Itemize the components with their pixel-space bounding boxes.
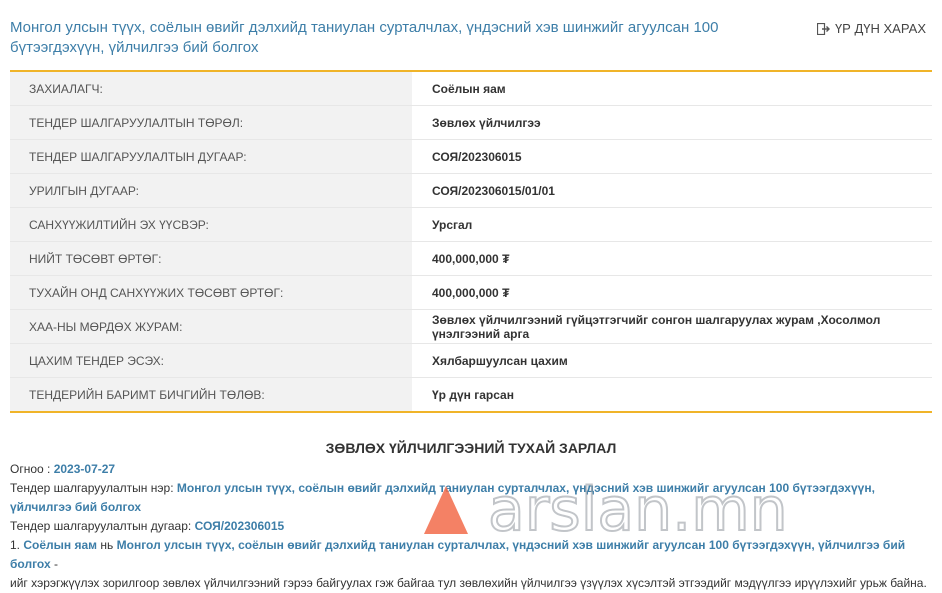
- table-row: САНХҮҮЖИЛТИЙН ЭХ ҮҮСВЭР: Урсгал: [10, 207, 932, 242]
- row-label: ЦАХИМ ТЕНДЕР ЭСЭХ:: [10, 343, 412, 378]
- view-results-label: ҮР ДҮН ХАРАХ: [834, 21, 926, 36]
- date-label: Огноо :: [10, 462, 51, 476]
- row-label: ТЕНДЕР ШАЛГАРУУЛАЛТЫН ТӨРӨЛ:: [10, 105, 412, 140]
- tender-details-table: ЗАХИАЛАГЧ: Соёлын яам ТЕНДЕР ШАЛГАРУУЛАЛТ…: [10, 72, 932, 413]
- row-value: 400,000,000 ₮: [412, 275, 932, 310]
- para-body: ийг хэрэгжүүлэх зорилгоор зөвлөх үйлчилг…: [10, 576, 927, 590]
- para-dash: -: [50, 557, 58, 571]
- announcement-paragraph: 1. Соёлын яам нь Монгол улсын түүх, соёл…: [10, 536, 932, 593]
- row-value: СОЯ/202306015: [412, 139, 932, 174]
- date-line: Огноо : 2023-07-27: [10, 460, 932, 479]
- row-value: СОЯ/202306015/01/01: [412, 173, 932, 208]
- table-row: ТЕНДЕРИЙН БАРИМТ БИЧГИЙН ТӨЛӨВ: Үр дүн га…: [10, 377, 932, 413]
- exit-icon: [816, 22, 830, 35]
- para-number: 1.: [10, 538, 21, 552]
- table-row: ЦАХИМ ТЕНДЕР ЭСЭХ: Хялбаршуулсан цахим: [10, 343, 932, 378]
- row-value: Зөвлөх үйлчилгээний гүйцэтгэгчийг сонгон…: [412, 309, 932, 344]
- para-project: Монгол улсын түүх, соёлын өвийг дэлхийд …: [10, 538, 906, 571]
- table-row: ТУХАЙН ОНД САНХҮҮЖИХ ТӨСӨВТ ӨРТӨГ: 400,00…: [10, 275, 932, 310]
- date-value: 2023-07-27: [53, 462, 116, 476]
- page-title: Монгол улсын түүх, соёлын өвийг дэлхийд …: [10, 19, 719, 56]
- tender-number-line: Тендер шалгаруулалтын дугаар: СОЯ/202306…: [10, 517, 932, 536]
- row-label: ТЕНДЕР ШАЛГАРУУЛАЛТЫН ДУГААР:: [10, 139, 412, 174]
- row-value: Хялбаршуулсан цахим: [412, 343, 932, 378]
- tender-name-line: Тендер шалгаруулалтын нэр: Монгол улсын …: [10, 479, 932, 517]
- row-value: Урсгал: [412, 207, 932, 242]
- table-row: НИЙТ ТӨСӨВТ ӨРТӨГ: 400,000,000 ₮: [10, 241, 932, 276]
- page-header: Монгол улсын түүх, соёлын өвийг дэлхийд …: [10, 18, 932, 68]
- row-value: Зөвлөх үйлчилгээ: [412, 105, 932, 140]
- table-row: ЗАХИАЛАГЧ: Соёлын яам: [10, 72, 932, 106]
- table-row: ХАА-НЫ МӨРДӨХ ЖУРАМ: Зөвлөх үйлчилгээний …: [10, 309, 932, 344]
- row-label: ЗАХИАЛАГЧ:: [10, 72, 412, 106]
- row-value: Соёлын яам: [412, 72, 932, 106]
- announcement-title: ЗӨВЛӨХ ҮЙЛЧИЛГЭЭНИЙ ТУХАЙ ЗАРЛАЛ: [325, 440, 617, 456]
- table-row: ТЕНДЕР ШАЛГАРУУЛАЛТЫН ДУГААР: СОЯ/2023060…: [10, 139, 932, 174]
- tender-number-label: Тендер шалгаруулалтын дугаар:: [10, 519, 192, 533]
- row-label: УРИЛГЫН ДУГААР:: [10, 173, 412, 208]
- para-org: Соёлын яам: [23, 538, 98, 552]
- row-label: ТЕНДЕРИЙН БАРИМТ БИЧГИЙН ТӨЛӨВ:: [10, 377, 412, 413]
- row-value: Үр дүн гарсан: [412, 377, 932, 413]
- tender-name-label: Тендер шалгаруулалтын нэр:: [10, 481, 174, 495]
- row-label: НИЙТ ТӨСӨВТ ӨРТӨГ:: [10, 241, 412, 276]
- row-label: ХАА-НЫ МӨРДӨХ ЖУРАМ:: [10, 309, 412, 344]
- view-results-button[interactable]: ҮР ДҮН ХАРАХ: [816, 21, 926, 36]
- row-value: 400,000,000 ₮: [412, 241, 932, 276]
- tender-number-value: СОЯ/202306015: [194, 519, 285, 533]
- row-label: САНХҮҮЖИЛТИЙН ЭХ ҮҮСВЭР:: [10, 207, 412, 242]
- table-row: ТЕНДЕР ШАЛГАРУУЛАЛТЫН ТӨРӨЛ: Зөвлөх үйлчи…: [10, 105, 932, 140]
- table-row: УРИЛГЫН ДУГААР: СОЯ/202306015/01/01: [10, 173, 932, 208]
- para-connector: нь: [100, 538, 114, 552]
- row-label: ТУХАЙН ОНД САНХҮҮЖИХ ТӨСӨВТ ӨРТӨГ:: [10, 275, 412, 310]
- announcement-meta: Огноо : 2023-07-27 Тендер шалгаруулалтын…: [10, 460, 932, 536]
